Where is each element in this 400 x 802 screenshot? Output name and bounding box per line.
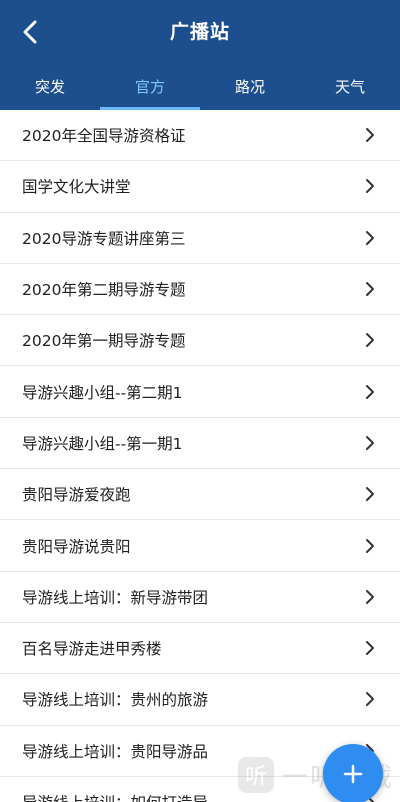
list-item[interactable]: 贵阳导游说贵阳: [0, 520, 400, 572]
chevron-right-icon: [364, 281, 376, 297]
chevron-right-icon: [364, 230, 376, 246]
header-bar: 广播站 突发 官方 路况 天气: [0, 0, 400, 110]
tab-weather[interactable]: 天气: [300, 62, 400, 110]
list-item-label: 导游线上培训：贵州的旅游: [22, 691, 209, 710]
list-item-label: 2020年第二期导游专题: [22, 281, 186, 300]
chevron-right-icon: [364, 486, 376, 502]
list-item-label: 2020年全国导游资格证: [22, 127, 186, 146]
list-item[interactable]: 百名导游走进甲秀楼: [0, 623, 400, 675]
tab-bar: 突发 官方 路况 天气: [0, 62, 400, 110]
list-item[interactable]: 贵阳导游爱夜跑: [0, 469, 400, 521]
list-item[interactable]: 导游兴趣小组--第二期1: [0, 366, 400, 418]
list-item[interactable]: 2020年第二期导游专题: [0, 264, 400, 316]
list-item-label: 国学文化大讲堂: [22, 178, 131, 197]
tab-breaking[interactable]: 突发: [0, 62, 100, 110]
list-item[interactable]: 2020年全国导游资格证: [0, 110, 400, 162]
list-item-label: 贵阳导游爱夜跑: [22, 486, 131, 505]
chevron-right-icon: [364, 178, 376, 194]
tab-traffic[interactable]: 路况: [200, 62, 300, 110]
plus-icon: [343, 764, 363, 784]
list-item[interactable]: 2020导游专题讲座第三: [0, 213, 400, 264]
list-item-label: 百名导游走进甲秀楼: [22, 640, 162, 659]
list-item-label: 导游线上培训：贵阳导游品: [22, 742, 209, 761]
list-item-label: 2020导游专题讲座第三: [22, 229, 186, 248]
list-item[interactable]: 国学文化大讲堂: [0, 161, 400, 213]
list-item-label: 贵阳导游说贵阳: [22, 537, 131, 556]
list-item[interactable]: 导游线上培训：贵州的旅游: [0, 674, 400, 726]
list-item-label: 导游兴趣小组--第一期1: [22, 434, 183, 453]
chevron-right-icon: [364, 384, 376, 400]
list-item-label: 2020年第一期导游专题: [22, 332, 186, 351]
broadcast-list: 2020年全国导游资格证 国学文化大讲堂 2020导游专题讲座第三 2020年第…: [0, 110, 400, 802]
list-item[interactable]: 导游兴趣小组--第一期1: [0, 418, 400, 470]
list-item[interactable]: 导游线上培训：新导游带团: [0, 572, 400, 623]
chevron-right-icon: [364, 332, 376, 348]
page-title: 广播站: [169, 21, 230, 43]
list-item-label: 导游线上培训：新导游带团: [22, 588, 209, 607]
chevron-right-icon: [364, 435, 376, 451]
chevron-right-icon: [364, 691, 376, 707]
chevron-right-icon: [364, 127, 376, 143]
list-item-label: 导游线上培训：如何打造导: [22, 791, 208, 802]
add-button[interactable]: [323, 744, 383, 802]
chevron-right-icon: [364, 640, 376, 656]
list-item-label: 导游兴趣小组--第二期1: [22, 383, 183, 402]
list-item[interactable]: 2020年第一期导游专题: [0, 315, 400, 367]
tab-official[interactable]: 官方: [100, 62, 200, 110]
chevron-right-icon: [364, 538, 376, 554]
chevron-right-icon: [364, 589, 376, 605]
